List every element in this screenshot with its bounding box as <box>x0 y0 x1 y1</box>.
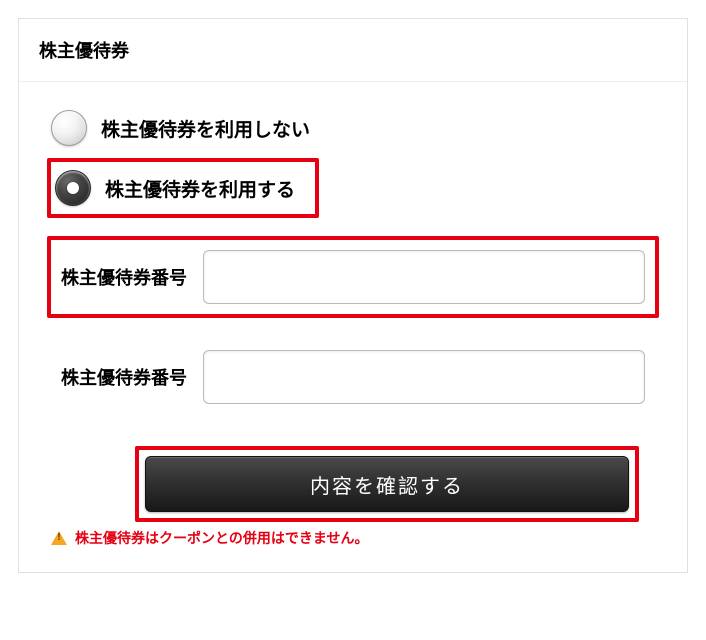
ticket-number-input-2[interactable] <box>203 350 645 404</box>
ticket-number-field-1: 株主優待券番号 <box>47 236 659 318</box>
radio-icon <box>51 110 87 146</box>
warning-text: 株主優待券はクーポンとの併用はできません。 <box>75 528 368 548</box>
radio-option-not-use[interactable]: 株主優待券を利用しない <box>47 102 659 154</box>
ticket-number-label-2: 株主優待券番号 <box>61 364 187 390</box>
ticket-number-field-2: 株主優待券番号 <box>47 336 659 418</box>
warning-icon <box>51 531 67 545</box>
radio-option-use[interactable]: 株主優待券を利用する <box>51 162 299 214</box>
ticket-number-input-1[interactable] <box>203 250 645 304</box>
radio-label-not-use: 株主優待券を利用しない <box>101 115 310 142</box>
confirm-button[interactable]: 内容を確認する <box>145 456 629 512</box>
ticket-number-label-1: 株主優待券番号 <box>61 264 187 290</box>
radio-label-use: 株主優待券を利用する <box>105 175 295 202</box>
warning-note: 株主優待券はクーポンとの併用はできません。 <box>47 528 659 548</box>
radio-icon-selected <box>55 170 91 206</box>
section-title: 株主優待券 <box>19 19 687 82</box>
